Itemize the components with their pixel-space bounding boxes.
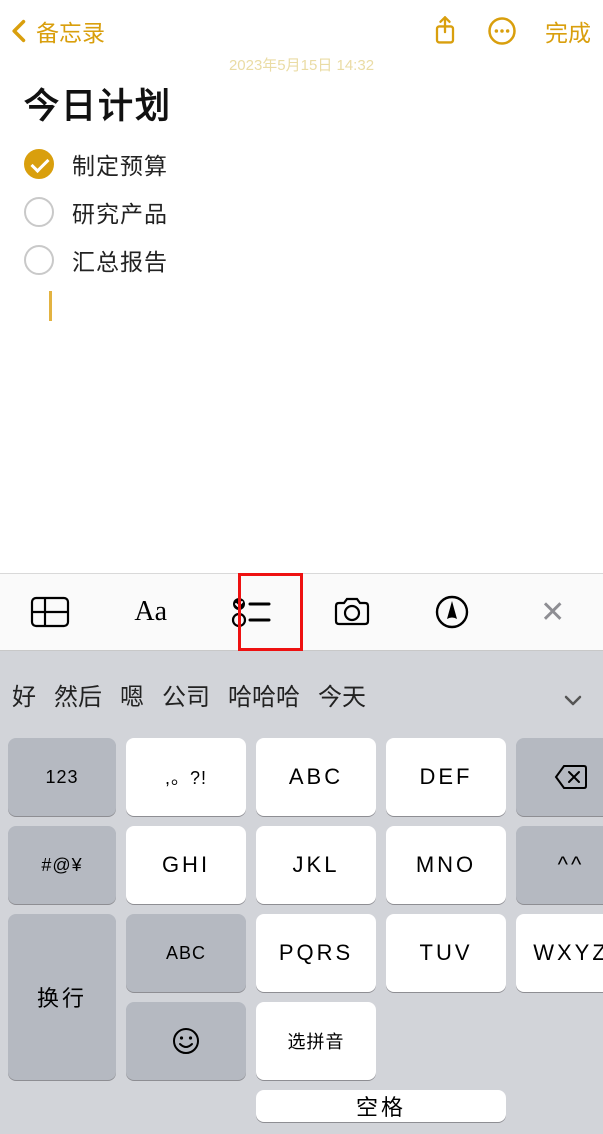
keyboard: 好 然后 嗯 公司 哈哈哈 今天 123 ,。?! ABC DEF #@¥ GH… xyxy=(0,651,603,1134)
markup-icon xyxy=(435,595,469,629)
key-tuv[interactable]: TUV xyxy=(386,914,506,992)
ellipsis-circle-icon xyxy=(487,16,517,46)
text-cursor xyxy=(49,291,52,321)
back-button[interactable]: 备忘录 xyxy=(6,14,105,48)
suggestion-collapse-button[interactable] xyxy=(561,688,591,712)
done-button[interactable]: 完成 xyxy=(545,14,591,48)
back-label: 备忘录 xyxy=(36,14,105,48)
key-abc-mode[interactable]: ABC xyxy=(126,914,246,992)
suggestion[interactable]: 然后 xyxy=(54,677,102,712)
more-button[interactable] xyxy=(487,16,517,46)
checklist-item[interactable]: 制定预算 xyxy=(24,147,579,181)
note-body[interactable]: 今日计划 制定预算 研究产品 汇总报告 xyxy=(0,54,603,321)
key-wxyz[interactable]: WXYZ xyxy=(516,914,603,992)
checklist: 制定预算 研究产品 汇总报告 xyxy=(24,147,579,321)
key-mno[interactable]: MNO xyxy=(386,826,506,904)
chevron-down-icon xyxy=(561,688,585,712)
share-button[interactable] xyxy=(431,15,459,47)
key-symbols[interactable]: #@¥ xyxy=(8,826,116,904)
camera-icon xyxy=(332,596,372,628)
share-icon xyxy=(431,15,459,47)
key-abc[interactable]: ABC xyxy=(256,738,376,816)
suggestion[interactable]: 今天 xyxy=(318,677,366,712)
checklist-icon xyxy=(231,595,271,629)
format-toolbar: Aa ✕ xyxy=(0,573,603,651)
markup-button[interactable] xyxy=(416,582,488,642)
chevron-left-icon xyxy=(6,17,34,45)
suggestion[interactable]: 好 xyxy=(12,677,36,712)
key-def[interactable]: DEF xyxy=(386,738,506,816)
backspace-icon xyxy=(554,764,588,790)
checklist-item[interactable]: 汇总报告 xyxy=(24,243,579,277)
checklist-button[interactable] xyxy=(215,582,287,642)
nav-bar: 备忘录 完成 xyxy=(0,0,603,62)
checklist-item-text[interactable]: 研究产品 xyxy=(72,195,168,229)
checkbox-empty-icon[interactable] xyxy=(24,245,54,275)
checklist-item-text[interactable]: 制定预算 xyxy=(72,147,168,181)
checkbox-checked-icon[interactable] xyxy=(24,149,54,179)
key-backspace[interactable] xyxy=(516,738,603,816)
suggestion[interactable]: 公司 xyxy=(162,677,210,712)
key-punct[interactable]: ,。?! xyxy=(126,738,246,816)
key-grid: 123 ,。?! ABC DEF #@¥ GHI JKL MNO ^^ ABC … xyxy=(0,730,603,1134)
suggestion[interactable]: 嗯 xyxy=(120,677,144,712)
key-jkl[interactable]: JKL xyxy=(256,826,376,904)
nav-actions: 完成 xyxy=(431,14,591,48)
text-format-button[interactable]: Aa xyxy=(115,582,187,642)
key-emoji[interactable] xyxy=(126,1002,246,1080)
suggestion[interactable]: 哈哈哈 xyxy=(228,677,300,712)
key-return[interactable]: 换行 xyxy=(8,914,116,1080)
aa-icon: Aa xyxy=(134,596,167,628)
checklist-item[interactable]: 研究产品 xyxy=(24,195,579,229)
emoji-icon xyxy=(171,1026,201,1056)
suggestion-bar: 好 然后 嗯 公司 哈哈哈 今天 xyxy=(0,651,603,730)
table-icon xyxy=(30,596,70,628)
close-toolbar-button[interactable]: ✕ xyxy=(517,582,589,642)
checklist-item-text[interactable]: 汇总报告 xyxy=(72,243,168,277)
camera-button[interactable] xyxy=(316,582,388,642)
key-123[interactable]: 123 xyxy=(8,738,116,816)
key-pqrs[interactable]: PQRS xyxy=(256,914,376,992)
key-caret[interactable]: ^^ xyxy=(516,826,603,904)
key-select-pinyin[interactable]: 选拼音 xyxy=(256,1002,376,1080)
note-title[interactable]: 今日计划 xyxy=(24,78,579,129)
table-button[interactable] xyxy=(14,582,86,642)
key-ghi[interactable]: GHI xyxy=(126,826,246,904)
checkbox-empty-icon[interactable] xyxy=(24,197,54,227)
key-space[interactable]: 空格 xyxy=(256,1090,506,1122)
close-icon: ✕ xyxy=(540,595,565,630)
